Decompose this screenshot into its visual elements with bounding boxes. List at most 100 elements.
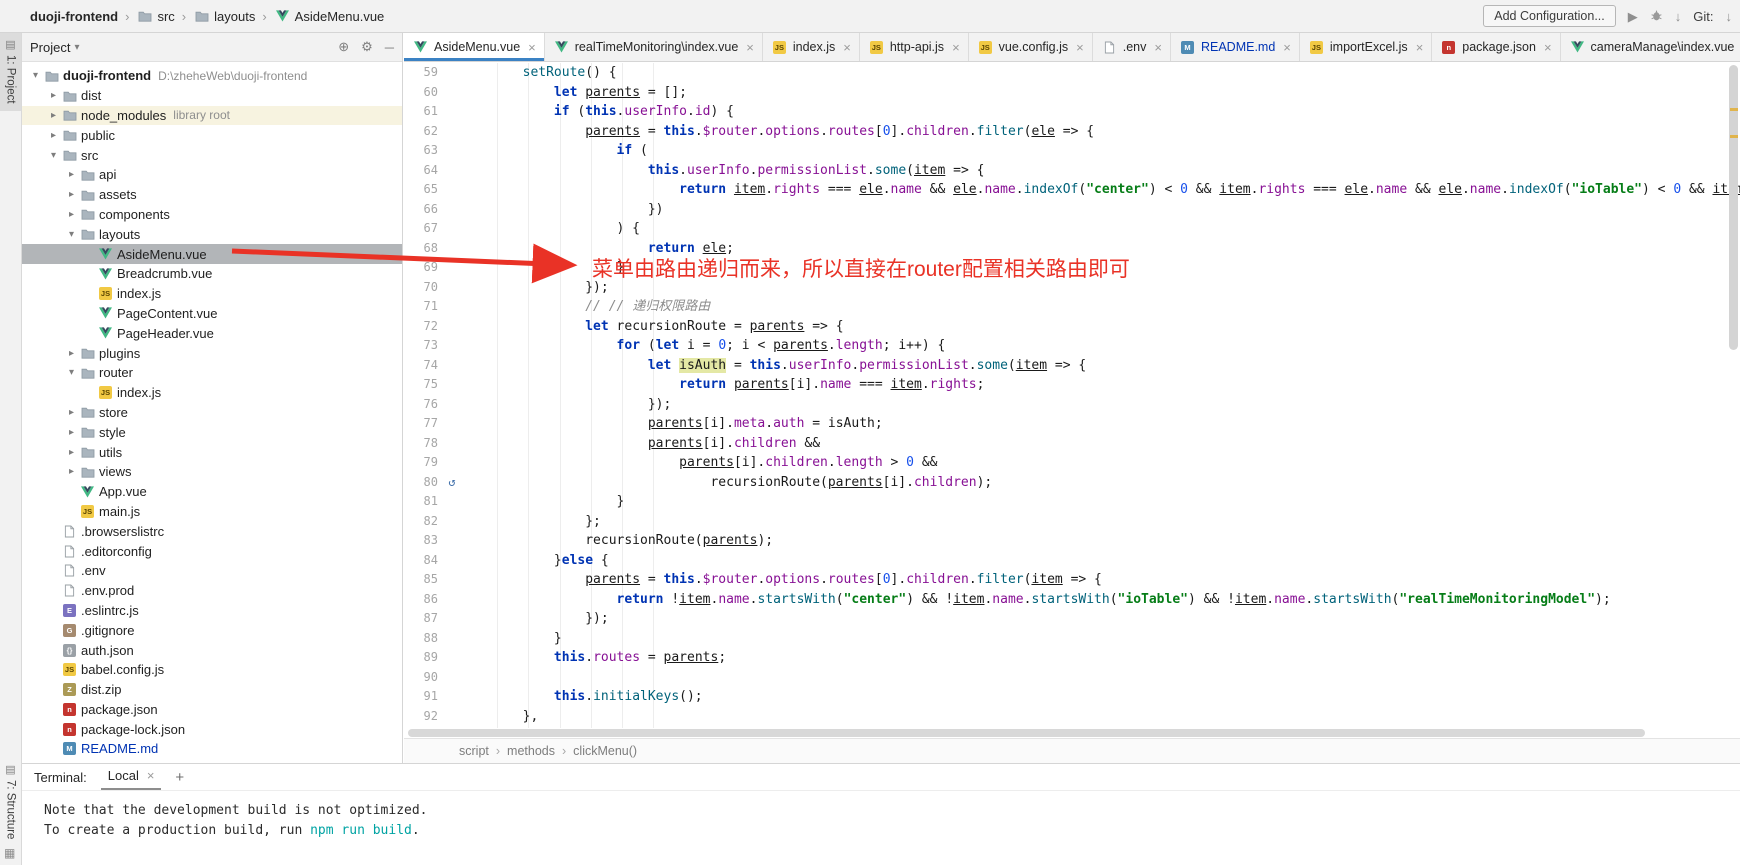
chevron-down-icon[interactable]: ▾ bbox=[64, 229, 79, 240]
tree-item[interactable]: ▸api bbox=[22, 165, 402, 185]
inspection-mark[interactable] bbox=[1730, 135, 1738, 138]
line-number[interactable]: 78 bbox=[404, 434, 444, 454]
tree-item[interactable]: E.eslintrc.js bbox=[22, 601, 402, 621]
tree-item[interactable]: JSindex.js bbox=[22, 284, 402, 304]
code-line[interactable]: 83 recursionRoute(parents); bbox=[404, 531, 1740, 551]
code-line[interactable]: 81 } bbox=[404, 492, 1740, 512]
chevron-right-icon[interactable]: ▸ bbox=[64, 189, 79, 200]
chevron-right-icon[interactable]: ▸ bbox=[64, 169, 79, 180]
tree-item[interactable]: ▸plugins bbox=[22, 343, 402, 363]
terminal-tab-local[interactable]: Local × bbox=[101, 764, 162, 790]
breadcrumb-item[interactable]: layouts bbox=[214, 9, 255, 24]
code-line[interactable]: 86 return !item.name.startsWith("center"… bbox=[404, 590, 1740, 610]
terminal-tab-close-icon[interactable]: × bbox=[147, 769, 155, 782]
tab-close-icon[interactable]: × bbox=[1076, 41, 1084, 54]
line-number[interactable]: 72 bbox=[404, 317, 444, 337]
line-number[interactable]: 59 bbox=[404, 63, 444, 83]
tree-item[interactable]: G.gitignore bbox=[22, 620, 402, 640]
line-number[interactable]: 75 bbox=[404, 375, 444, 395]
code-line[interactable]: 77 parents[i].meta.auth = isAuth; bbox=[404, 414, 1740, 434]
line-number[interactable]: 71 bbox=[404, 297, 444, 317]
horizontal-scrollbar-thumb[interactable] bbox=[408, 729, 1645, 737]
project-panel-title[interactable]: Project bbox=[30, 40, 70, 55]
git-update-icon[interactable]: ↓ bbox=[1726, 10, 1733, 23]
line-number[interactable]: 66 bbox=[404, 200, 444, 220]
tree-item[interactable]: JSindex.js bbox=[22, 383, 402, 403]
line-number[interactable]: 77 bbox=[404, 414, 444, 434]
code-line[interactable]: 74 let isAuth = this.userInfo.permission… bbox=[404, 356, 1740, 376]
tree-item[interactable]: ▸views bbox=[22, 462, 402, 482]
line-number[interactable]: 60 bbox=[404, 83, 444, 103]
code-line[interactable]: 88 } bbox=[404, 629, 1740, 649]
tree-item[interactable]: Breadcrumb.vue bbox=[22, 264, 402, 284]
code-line[interactable]: 73 for (let i = 0; i < parents.length; i… bbox=[404, 336, 1740, 356]
breadcrumb-item[interactable]: src bbox=[157, 9, 174, 24]
tree-item[interactable]: ▸components bbox=[22, 205, 402, 225]
line-number[interactable]: 81 bbox=[404, 492, 444, 512]
tree-item[interactable]: npackage.json bbox=[22, 700, 402, 720]
line-number[interactable]: 74 bbox=[404, 356, 444, 376]
code-breadcrumb-item[interactable]: methods bbox=[507, 744, 555, 758]
editor-tab[interactable]: cameraManage\index.vue× bbox=[1561, 33, 1740, 61]
line-number[interactable]: 64 bbox=[404, 161, 444, 181]
tree-item[interactable]: .browserslistrc bbox=[22, 521, 402, 541]
tree-item[interactable]: ▾duoji-frontendD:\zheheWeb\duoji-fronten… bbox=[22, 66, 402, 86]
code-line[interactable]: 90 bbox=[404, 668, 1740, 688]
tab-close-icon[interactable]: × bbox=[528, 41, 536, 54]
chevron-right-icon[interactable]: ▸ bbox=[64, 407, 79, 418]
line-number[interactable]: 86 bbox=[404, 590, 444, 610]
tree-item[interactable]: ▸utils bbox=[22, 442, 402, 462]
line-number[interactable]: 87 bbox=[404, 609, 444, 629]
code-line[interactable]: 92 }, bbox=[404, 707, 1740, 727]
line-number[interactable]: 63 bbox=[404, 141, 444, 161]
tree-item[interactable]: ▾router bbox=[22, 363, 402, 383]
structure-tool-button[interactable]: ▤ 7: Structure bbox=[0, 763, 21, 839]
inspection-mark[interactable] bbox=[1730, 108, 1738, 111]
code-line[interactable]: 61 if (this.userInfo.id) { bbox=[404, 102, 1740, 122]
tree-item[interactable]: npackage-lock.json bbox=[22, 719, 402, 739]
line-number[interactable]: 67 bbox=[404, 219, 444, 239]
code-line[interactable]: 79 parents[i].children.length > 0 && bbox=[404, 453, 1740, 473]
line-number[interactable]: 88 bbox=[404, 629, 444, 649]
tree-item[interactable]: ▾layouts bbox=[22, 224, 402, 244]
project-dropdown-icon[interactable]: ▾ bbox=[74, 42, 79, 53]
tool-window-switcher-icon[interactable]: ▦ bbox=[4, 846, 15, 860]
tree-item[interactable]: ▸node_moduleslibrary root bbox=[22, 106, 402, 126]
tree-item[interactable]: PageHeader.vue bbox=[22, 323, 402, 343]
line-number[interactable]: 90 bbox=[404, 668, 444, 688]
editor-tab[interactable]: npackage.json× bbox=[1432, 33, 1560, 61]
code-editor[interactable]: 59 setRoute() {60 let parents = [];61 if… bbox=[404, 63, 1740, 728]
update-project-icon[interactable]: ↓ bbox=[1675, 10, 1682, 23]
line-number[interactable]: 76 bbox=[404, 395, 444, 415]
editor-tab[interactable]: MREADME.md× bbox=[1171, 33, 1300, 61]
chevron-right-icon[interactable]: ▸ bbox=[64, 466, 79, 477]
chevron-down-icon[interactable]: ▾ bbox=[46, 150, 61, 161]
code-line[interactable]: 75 return parents[i].name === item.right… bbox=[404, 375, 1740, 395]
breadcrumb-item[interactable]: duoji-frontend bbox=[30, 9, 118, 24]
chevron-right-icon[interactable]: ▸ bbox=[46, 90, 61, 101]
tree-item[interactable]: App.vue bbox=[22, 482, 402, 502]
chevron-right-icon[interactable]: ▸ bbox=[46, 130, 61, 141]
tab-close-icon[interactable]: × bbox=[1544, 41, 1552, 54]
code-line[interactable]: 80↺ recursionRoute(parents[i].children); bbox=[404, 473, 1740, 493]
line-number[interactable]: 61 bbox=[404, 102, 444, 122]
line-number[interactable]: 79 bbox=[404, 453, 444, 473]
tree-item[interactable]: AsideMenu.vue bbox=[22, 244, 402, 264]
tree-item[interactable]: Zdist.zip bbox=[22, 680, 402, 700]
vertical-scrollbar[interactable] bbox=[1727, 63, 1740, 728]
project-tool-button[interactable]: ▤ 1: Project bbox=[0, 33, 21, 111]
code-line[interactable]: 78 parents[i].children && bbox=[404, 434, 1740, 454]
code-line[interactable]: 71 // // 递归权限路由 bbox=[404, 297, 1740, 317]
chevron-right-icon[interactable]: ▸ bbox=[64, 447, 79, 458]
run-icon[interactable]: ▶ bbox=[1628, 10, 1638, 23]
tree-item[interactable]: .editorconfig bbox=[22, 541, 402, 561]
locate-file-icon[interactable]: ⊕ bbox=[338, 39, 349, 55]
line-number[interactable]: 80 bbox=[404, 473, 444, 493]
code-line[interactable]: 82 }; bbox=[404, 512, 1740, 532]
line-number[interactable]: 91 bbox=[404, 687, 444, 707]
chevron-down-icon[interactable]: ▾ bbox=[64, 367, 79, 378]
editor-tab[interactable]: .env× bbox=[1093, 33, 1171, 61]
tree-item[interactable]: ▸dist bbox=[22, 86, 402, 106]
tree-item[interactable]: ▾src bbox=[22, 145, 402, 165]
line-number[interactable]: 69 bbox=[404, 258, 444, 278]
